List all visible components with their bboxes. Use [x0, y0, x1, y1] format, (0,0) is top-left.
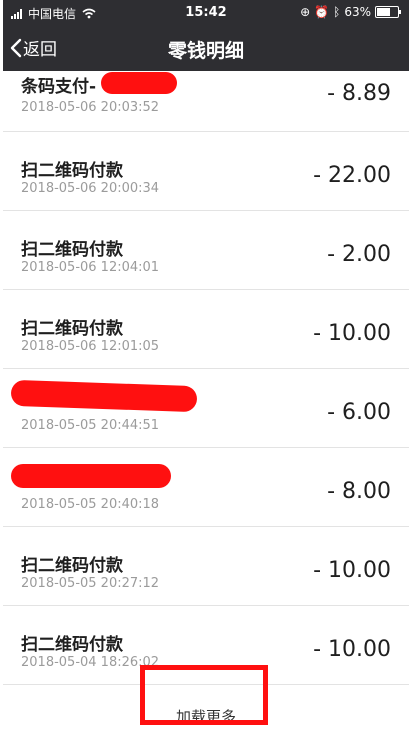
transaction-time: 2018-05-05 20:40:18: [21, 497, 160, 512]
battery-percent: 63%: [344, 5, 371, 19]
orientation-lock-icon: ⊕: [300, 5, 311, 19]
transaction-time: 2018-05-05 20:27:12: [21, 576, 160, 591]
transaction-list: 条码支付- 2018-05-06 20:03:52 - 8.89 扫二维码付款 …: [3, 71, 409, 730]
transaction-row[interactable]: 2018-05-05 20:40:18 - 8.00: [3, 448, 409, 527]
transaction-amount: - 10.00: [313, 321, 391, 346]
transaction-row[interactable]: 扫二维码付款 2018-05-06 12:04:01 - 2.00: [3, 211, 409, 290]
redaction-mark: [11, 464, 171, 488]
page-title: 零钱明细: [167, 40, 244, 62]
transaction-amount: - 8.89: [327, 81, 391, 106]
status-right: ⊕ ⏰ ᛒ 63%: [300, 5, 401, 19]
transaction-time: 2018-05-05 20:44:51: [21, 418, 160, 433]
transaction-amount: - 10.00: [313, 558, 391, 583]
transaction-amount: - 10.00: [313, 637, 391, 662]
transaction-title: 条码支付-: [21, 77, 97, 97]
highlight-box: [140, 665, 268, 725]
transaction-row[interactable]: 2018-05-05 20:44:51 - 6.00: [3, 369, 409, 448]
transaction-time: 2018-05-06 12:01:05: [21, 339, 160, 354]
transaction-title: 扫二维码付款: [21, 161, 123, 181]
transaction-amount: - 2.00: [327, 242, 391, 267]
transaction-title: 扫二维码付款: [21, 240, 123, 260]
transaction-time: 2018-05-06 20:00:34: [21, 181, 160, 196]
transaction-title: 扫二维码付款: [21, 556, 123, 576]
transaction-row[interactable]: 扫二维码付款 2018-05-05 20:27:12 - 10.00: [3, 527, 409, 606]
redaction-mark: [101, 72, 177, 94]
status-bar: 中国电信 15:42 ⊕ ⏰ ᛒ 63%: [3, 0, 409, 24]
transaction-time: 2018-05-06 12:04:01: [21, 260, 160, 275]
transaction-time: 2018-05-04 18:26:02: [21, 655, 160, 670]
top-bar: 中国电信 15:42 ⊕ ⏰ ᛒ 63% 返回 零钱明细: [3, 0, 409, 71]
battery-fill: [377, 8, 390, 16]
alarm-icon: ⏰: [314, 5, 330, 19]
transaction-amount: - 22.00: [313, 163, 391, 188]
transaction-row[interactable]: 扫二维码付款 2018-05-06 20:00:34 - 22.00: [3, 132, 409, 211]
redaction-mark: [10, 379, 198, 413]
screen: 中国电信 15:42 ⊕ ⏰ ᛒ 63% 返回 零钱明细 条码支付- 2018-…: [3, 0, 409, 730]
transaction-amount: - 8.00: [327, 479, 391, 504]
battery-icon: [375, 6, 401, 18]
transaction-row[interactable]: 扫二维码付款 2018-05-06 12:01:05 - 10.00: [3, 290, 409, 369]
bluetooth-icon: ᛒ: [333, 5, 341, 19]
nav-bar: 返回 零钱明细: [3, 24, 409, 71]
transaction-title: 扫二维码付款: [21, 319, 123, 339]
transaction-title: 扫二维码付款: [21, 635, 123, 655]
transaction-time: 2018-05-06 20:03:52: [21, 100, 160, 115]
transaction-row[interactable]: 条码支付- 2018-05-06 20:03:52 - 8.89: [3, 71, 409, 132]
transaction-amount: - 6.00: [327, 400, 391, 425]
